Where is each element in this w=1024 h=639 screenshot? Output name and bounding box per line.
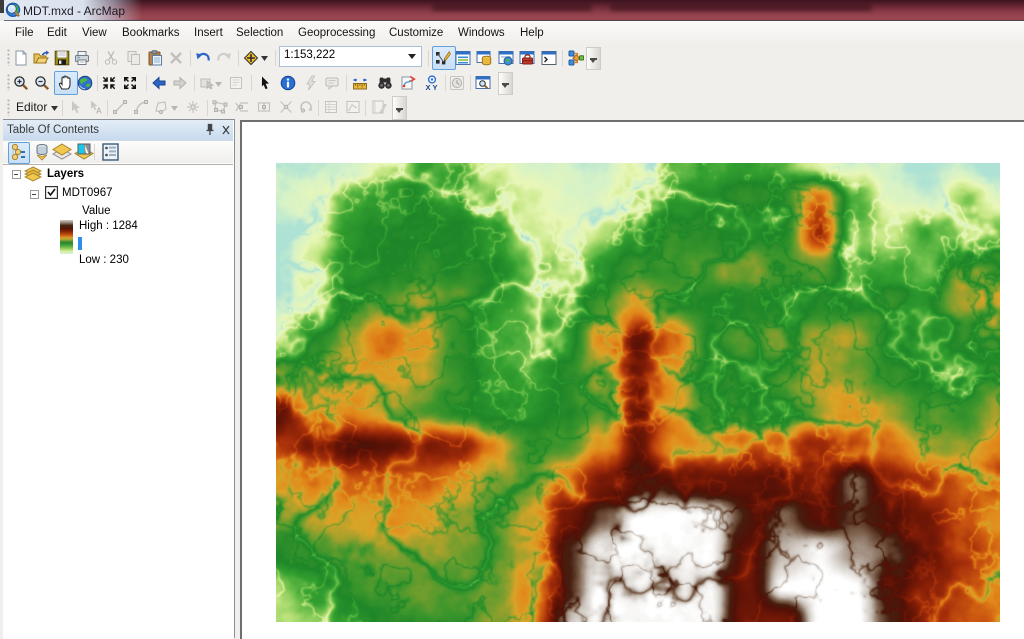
svg-text:Y: Y — [433, 83, 438, 91]
svg-text:A: A — [96, 107, 102, 116]
svg-text:X: X — [426, 83, 431, 91]
